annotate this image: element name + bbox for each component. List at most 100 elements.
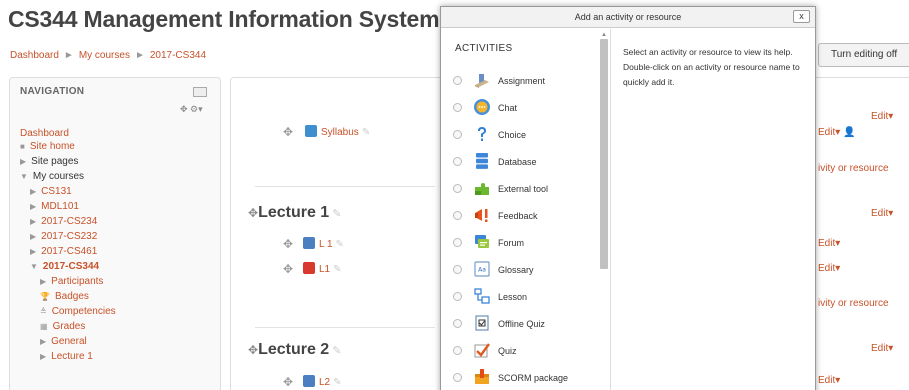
nav-item-cs131[interactable]: ▶ CS131 (30, 186, 72, 197)
edit-pencil-icon[interactable]: ✎ (333, 377, 341, 388)
nav-item-2017-cs461[interactable]: ▶ 2017-CS461 (30, 246, 97, 257)
edit-menu-l1[interactable]: Edit▾ (818, 263, 840, 274)
move-icon[interactable]: ✥ (283, 262, 293, 276)
edit-pencil-icon[interactable]: ✎ (362, 127, 370, 138)
group-mode-icon[interactable]: 👤 (843, 127, 855, 138)
option-chat[interactable]: Chat (453, 96, 601, 120)
option-radio[interactable] (453, 130, 462, 139)
option-feedback[interactable]: Feedback (453, 204, 601, 228)
navigation-title: NAVIGATION (20, 86, 85, 97)
nav-item-site-home[interactable]: ■ Site home (20, 141, 75, 152)
option-external-tool[interactable]: External tool (453, 177, 601, 201)
breadcrumb-dashboard[interactable]: Dashboard (10, 50, 59, 61)
option-radio[interactable] (453, 211, 462, 220)
nav-item-grades[interactable]: ▦ Grades (40, 321, 85, 332)
page-title: CS344 Management Information System (8, 6, 440, 32)
breadcrumb-separator-icon: ► (63, 50, 74, 61)
move-icon[interactable]: ✥ (283, 237, 293, 251)
breadcrumb-course[interactable]: 2017-CS344 (150, 50, 206, 61)
nav-item-2017-cs344[interactable]: ▼ 2017-CS344 (30, 261, 99, 272)
option-radio[interactable] (453, 373, 462, 382)
breadcrumb-my-courses[interactable]: My courses (79, 50, 130, 61)
forum-icon (475, 235, 489, 248)
nav-item-badges[interactable]: 🏆 Badges (40, 291, 89, 302)
option-quiz[interactable]: Quiz (453, 339, 601, 363)
activity-options-panel: ACTIVITIES Assignment Chat Choice Databa… (441, 29, 611, 390)
option-offline-quiz[interactable]: Offline Quiz (453, 312, 601, 336)
edit-menu-lecture-2-section[interactable]: Edit▾ (871, 343, 893, 354)
section-divider (255, 186, 435, 187)
option-assignment[interactable]: Assignment (453, 69, 601, 93)
assignment-icon (475, 74, 489, 88)
nav-item-general[interactable]: ▶ General (40, 336, 87, 347)
option-radio[interactable] (453, 184, 462, 193)
svg-text:Aa: Aa (478, 267, 486, 274)
edit-pencil-icon[interactable]: ✎ (336, 239, 344, 250)
option-radio[interactable] (453, 265, 462, 274)
bullet-icon: ■ (20, 142, 25, 151)
move-icon[interactable]: ✥ (283, 375, 293, 389)
collapsed-arrow-icon: ▶ (40, 277, 47, 286)
option-lesson[interactable]: Lesson (453, 285, 601, 309)
edit-pencil-icon[interactable]: ✎ (333, 264, 341, 275)
nav-item-dashboard[interactable]: Dashboard (20, 128, 69, 139)
activity-syllabus[interactable]: Syllabus ✎ (305, 125, 370, 138)
block-actions-icon[interactable]: ✥ ⚙▾ (180, 104, 203, 115)
option-radio[interactable] (453, 319, 462, 328)
add-activity-link-general[interactable]: ivity or resource (818, 163, 889, 174)
forum-icon (305, 125, 317, 137)
edit-pencil-icon[interactable]: ✎ (332, 208, 341, 220)
option-radio[interactable] (453, 238, 462, 247)
edit-menu-lecture-1-section[interactable]: Edit▾ (871, 208, 893, 219)
move-icon[interactable]: ✥ (283, 125, 293, 139)
option-radio[interactable] (453, 346, 462, 355)
add-activity-link-lecture-1[interactable]: ivity or resource (818, 298, 889, 309)
option-radio[interactable] (453, 103, 462, 112)
database-icon (476, 153, 488, 169)
block-dock-icon[interactable] (193, 87, 207, 97)
collapsed-arrow-icon: ▶ (30, 217, 37, 226)
option-glossary[interactable]: Aa Glossary (453, 258, 601, 282)
quiz-icon (474, 343, 490, 358)
activities-heading: ACTIVITIES (455, 43, 513, 54)
collapsed-arrow-icon: ▶ (40, 352, 47, 361)
scroll-up-arrow-icon[interactable]: ▲ (601, 32, 607, 38)
help-text: Select an activity or resource to view i… (623, 47, 800, 87)
move-icon[interactable]: ✥ (248, 343, 258, 357)
nav-item-my-courses[interactable]: ▼ My courses (20, 171, 84, 182)
nav-item-lecture-1[interactable]: ▶ Lecture 1 (40, 351, 93, 362)
offline-quiz-icon (475, 315, 489, 331)
option-radio[interactable] (453, 292, 462, 301)
nav-item-participants[interactable]: ▶ Participants (40, 276, 103, 287)
option-radio[interactable] (453, 157, 462, 166)
move-icon[interactable]: ✥ (248, 206, 258, 220)
option-forum[interactable]: Forum (453, 231, 601, 255)
badge-trophy-icon: 🏆 (40, 292, 50, 301)
nav-item-2017-cs232[interactable]: ▶ 2017-CS232 (30, 231, 97, 242)
word-file-icon (303, 237, 315, 249)
option-choice[interactable]: Choice (453, 123, 601, 147)
nav-item-mdl101[interactable]: ▶ MDL101 (30, 201, 79, 212)
section-title-lecture-2: ✥Lecture 2 ✎ (248, 341, 342, 358)
chat-icon (474, 99, 490, 115)
nav-item-2017-cs234[interactable]: ▶ 2017-CS234 (30, 216, 97, 227)
section-title-lecture-1: ✥Lecture 1 ✎ (248, 204, 342, 221)
close-button[interactable]: x (793, 10, 810, 23)
collapsed-arrow-icon: ▶ (20, 157, 27, 166)
edit-menu-syllabus-section[interactable]: Edit▾ (871, 111, 893, 122)
nav-item-competencies[interactable]: ≜ Competencies (40, 306, 116, 317)
option-database[interactable]: Database (453, 150, 601, 174)
scrollbar-thumb[interactable] (600, 39, 608, 269)
edit-menu-syllabus[interactable]: Edit▾ 👤 (818, 127, 856, 138)
option-radio[interactable] (453, 76, 462, 85)
nav-item-site-pages[interactable]: ▶ Site pages (20, 156, 78, 167)
activity-l-1[interactable]: L 1 ✎ (303, 237, 344, 250)
edit-pencil-icon[interactable]: ✎ (332, 345, 341, 357)
turn-editing-off-button[interactable]: Turn editing off (818, 43, 909, 67)
option-scorm-package[interactable]: SCORM package (453, 366, 601, 390)
activity-l2[interactable]: L2 ✎ (303, 375, 342, 388)
edit-menu-l-1[interactable]: Edit▾ (818, 238, 840, 249)
edit-menu-l2[interactable]: Edit▾ (818, 375, 840, 386)
lesson-icon (474, 288, 490, 304)
activity-l1[interactable]: L1 ✎ (303, 262, 342, 275)
